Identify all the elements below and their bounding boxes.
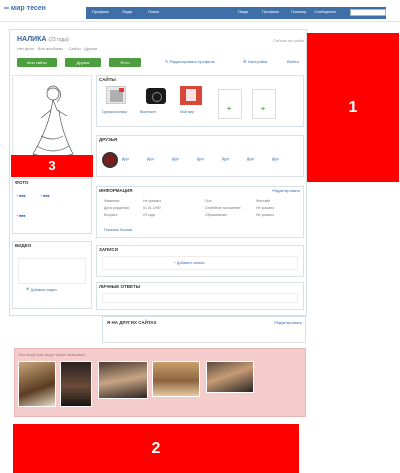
other-sites-edit-link[interactable]: Редактировать xyxy=(274,320,302,325)
callout-2: 2 xyxy=(13,424,299,473)
friends-button[interactable]: Друзья xyxy=(65,58,101,67)
add-site-slot[interactable]: + xyxy=(252,89,276,119)
other-sites-title: Я НА ДРУГИХ САЙТАХ xyxy=(107,320,157,325)
friends-title: ДРУЗЬЯ xyxy=(99,137,118,142)
people-strip-title: Эти люди уже ищут своих знакомых xyxy=(18,352,86,357)
album-item[interactable]: + ■■■ xyxy=(16,214,25,218)
info-edit-link[interactable]: Редактировать xyxy=(272,188,300,193)
video-title: ВИДЕО xyxy=(15,243,32,248)
photos-box: ФОТО xyxy=(12,178,92,234)
answers-title: ЛИЧНЫЕ ОТВЕТЫ xyxy=(99,284,141,289)
online-status: Сейчас на сайте xyxy=(273,38,304,43)
friend-item[interactable]: Друг xyxy=(247,157,254,161)
nav-item[interactable]: Поиск xyxy=(148,9,159,14)
site-icon-1[interactable] xyxy=(106,86,126,104)
person-photo[interactable] xyxy=(206,361,254,393)
friend-item[interactable]: Друг xyxy=(172,157,179,161)
nav-item[interactable]: Сообщения xyxy=(314,9,336,14)
friend-item[interactable]: Друг xyxy=(147,157,154,161)
photo-button[interactable]: Фото xyxy=(109,58,141,67)
my-sites-button[interactable]: Мои сайты xyxy=(17,58,57,67)
album-item[interactable]: + ■■■ xyxy=(40,194,49,198)
add-site-slot[interactable]: + xyxy=(218,89,242,119)
album-item[interactable]: + ■■■ xyxy=(16,194,25,198)
friend-avatar[interactable] xyxy=(102,152,118,168)
video-placeholder xyxy=(18,258,86,284)
profile-name-text: НАЛИКА xyxy=(17,36,47,43)
search-input[interactable] xyxy=(350,9,386,16)
callout-3: 3 xyxy=(11,155,93,177)
profile-actions: Мои сайты Друзья Фото ✎ Редактировать пр… xyxy=(15,58,305,70)
show-more-link[interactable]: Показать больше xyxy=(104,228,132,232)
records-title: ЗАПИСИ xyxy=(99,247,118,252)
site-label-3[interactable]: Мой мир xyxy=(180,110,194,114)
photos-title: ФОТО xyxy=(15,180,29,185)
friend-item[interactable]: Друг xyxy=(122,157,129,161)
friend-item[interactable]: Друг xyxy=(197,157,204,161)
logout-link[interactable]: Выйти xyxy=(287,59,299,64)
site-icon-3[interactable] xyxy=(180,86,202,105)
profile-status: Нет фото · Все альбомы · Сайты · Друзья xyxy=(17,46,98,51)
settings-link[interactable]: ⚙ Настройки xyxy=(243,59,267,64)
person-photo[interactable] xyxy=(98,361,148,399)
add-video-link[interactable]: + Добавить видео xyxy=(26,287,57,293)
top-nav: Профиль Люди Поиск Люди Профиль Помощь С… xyxy=(86,7,386,19)
nav-item[interactable]: Помощь xyxy=(291,9,306,14)
site-logo[interactable]: ∞ мир тесен xyxy=(4,5,60,16)
info-title: ИНФОРМАЦИЯ xyxy=(99,188,133,193)
add-record-link[interactable]: + Добавить запись xyxy=(174,261,204,265)
nav-item[interactable]: Профиль xyxy=(92,9,109,14)
nav-item[interactable]: Люди xyxy=(122,9,132,14)
site-label-1[interactable]: Одноклассники xyxy=(102,110,127,114)
friend-item[interactable]: Друг xyxy=(272,157,279,161)
edit-profile-link[interactable]: ✎ Редактировать профиль xyxy=(165,59,215,64)
profile-name: НАЛИКА (23 года) xyxy=(17,36,217,43)
nav-item[interactable]: Профиль xyxy=(262,9,279,14)
friends-box: ДРУЗЬЯ xyxy=(96,135,304,177)
site-label-2[interactable]: Вконтакте xyxy=(140,110,156,114)
sites-title: САЙТЫ xyxy=(99,77,116,82)
person-photo[interactable] xyxy=(60,361,92,407)
camera-icon[interactable] xyxy=(146,88,166,104)
nav-item[interactable]: Люди xyxy=(238,9,248,14)
person-photo[interactable] xyxy=(152,361,200,397)
friend-item[interactable]: Друг xyxy=(222,157,229,161)
callout-1: 1 xyxy=(307,33,399,182)
person-photo[interactable] xyxy=(18,361,56,407)
answers-content xyxy=(102,293,298,303)
other-sites-box: Я НА ДРУГИХ САЙТАХ Редактировать xyxy=(102,316,306,343)
profile-age: (23 года) xyxy=(48,37,69,43)
